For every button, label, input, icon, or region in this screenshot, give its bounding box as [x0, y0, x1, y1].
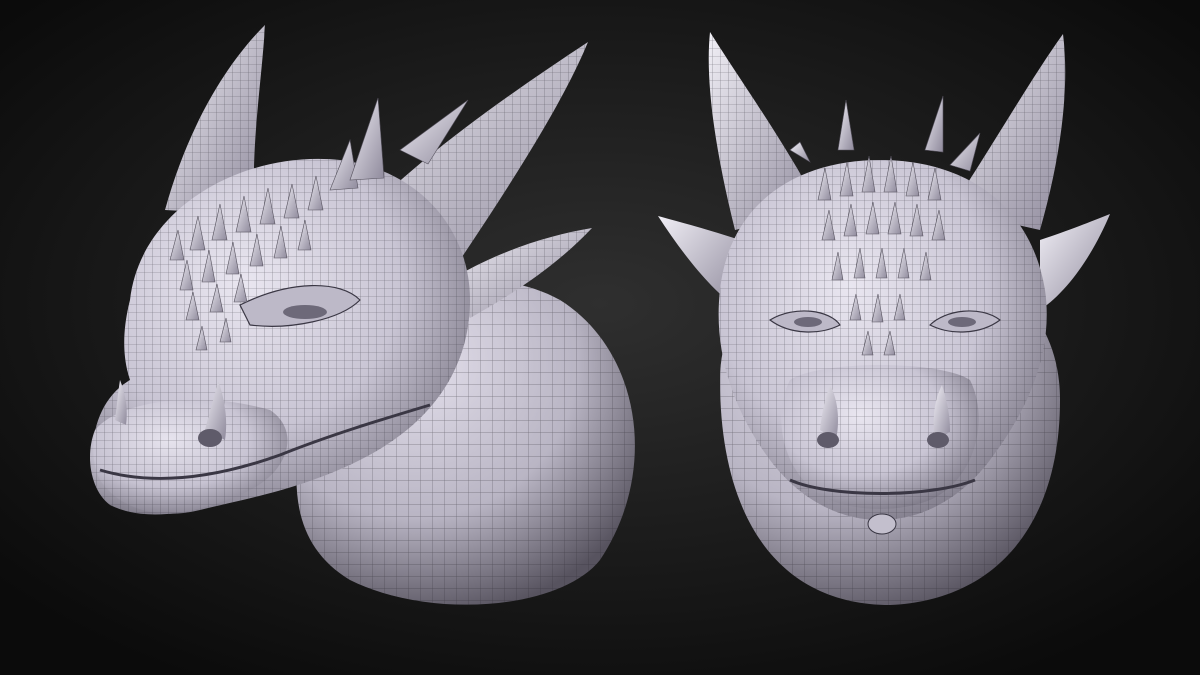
wireframe-render — [0, 0, 1200, 675]
render-viewport — [0, 0, 1200, 675]
